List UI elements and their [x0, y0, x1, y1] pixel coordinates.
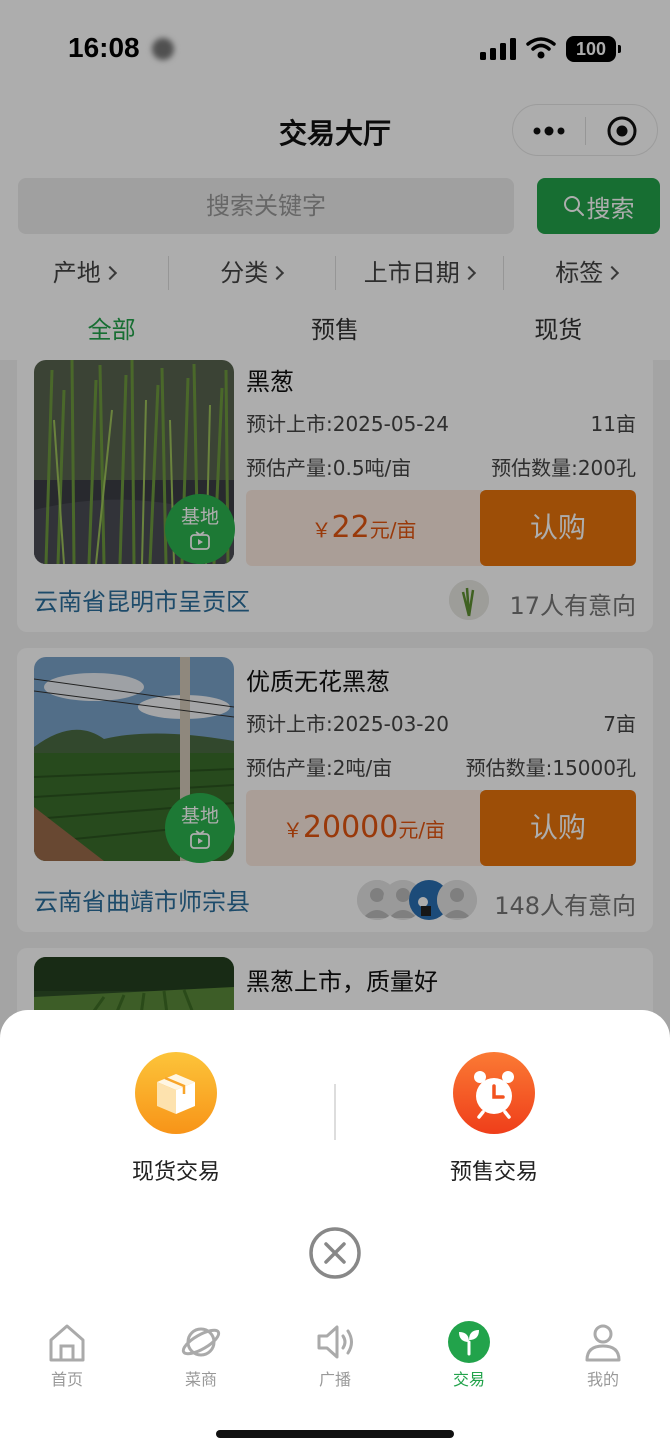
tabbar-item-broadcast[interactable]: 广播 [268, 1310, 402, 1400]
presale-trade-label: 预售交易 [449, 1160, 538, 1185]
trade-type-sheet: 现货交易 预售交易 首页 菜商 广播 交易 我的 [0, 1010, 670, 1452]
sprout-icon [448, 1321, 490, 1363]
spot-trade-option[interactable]: 现货交易 [96, 1052, 256, 1186]
tabbar-label: 交易 [452, 1370, 485, 1389]
tabbar-item-merchants[interactable]: 菜商 [134, 1310, 268, 1400]
box-icon [135, 1052, 217, 1134]
bottom-tab-bar: 首页 菜商 广播 交易 我的 [0, 1310, 670, 1400]
tabbar-item-trade[interactable]: 交易 [402, 1310, 536, 1400]
presale-trade-option[interactable]: 预售交易 [414, 1052, 574, 1186]
tabbar-label: 菜商 [184, 1370, 217, 1389]
home-indicator [216, 1430, 454, 1438]
tabbar-label: 我的 [586, 1370, 619, 1389]
close-icon[interactable] [308, 1226, 362, 1280]
home-icon [49, 1324, 85, 1362]
tabbar-label: 广播 [318, 1370, 351, 1389]
tabbar-item-home[interactable]: 首页 [0, 1310, 134, 1400]
tabbar-item-profile[interactable]: 我的 [536, 1310, 670, 1400]
planet-icon [181, 1327, 221, 1357]
spot-trade-label: 现货交易 [131, 1160, 220, 1185]
alarm-clock-icon [453, 1052, 535, 1134]
option-divider [334, 1084, 336, 1140]
speaker-icon [317, 1325, 353, 1359]
tabbar-label: 首页 [50, 1370, 83, 1389]
user-icon [585, 1324, 621, 1362]
